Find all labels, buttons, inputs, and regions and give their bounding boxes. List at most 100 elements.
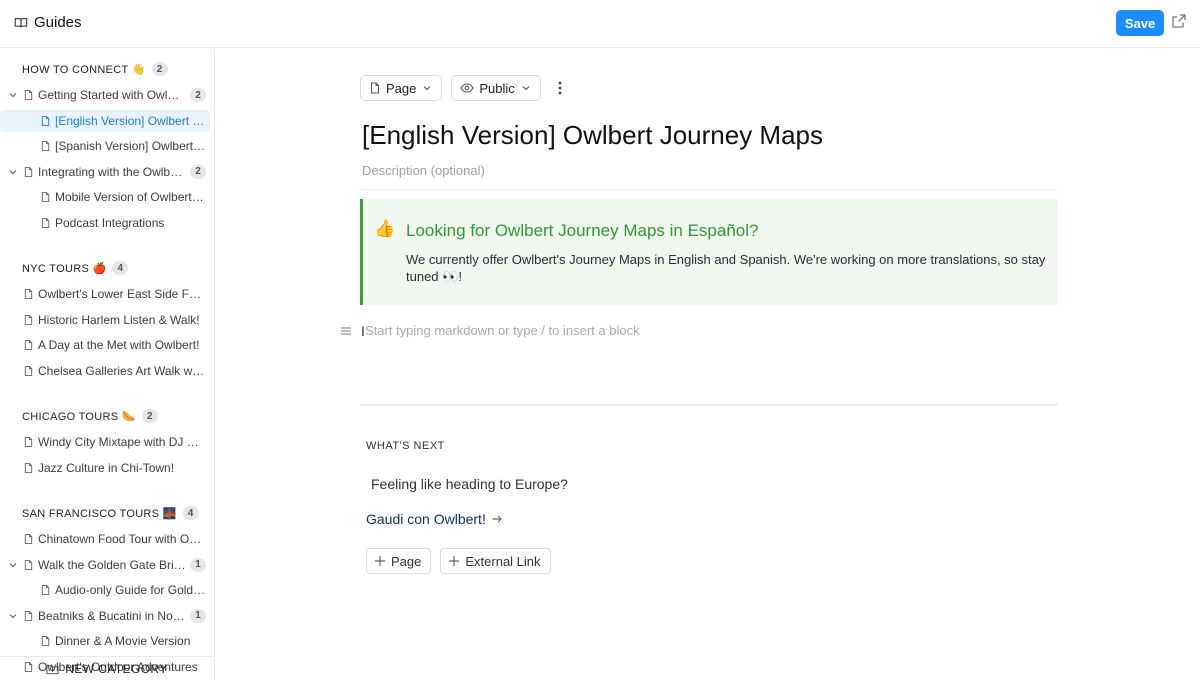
external-link-icon[interactable] <box>1171 13 1187 29</box>
category-header[interactable]: NYC TOURS 🍎 4 <box>22 260 129 276</box>
document-icon <box>371 82 379 94</box>
chevron-down-icon[interactable] <box>8 167 18 177</box>
sidebar-item-label: Beatniks & Bucatini in North Beach <box>38 608 186 623</box>
sidebar-page-item[interactable]: Chinatown Food Tour with Owlbert <box>0 528 210 550</box>
document-icon <box>41 217 50 228</box>
sidebar-page-item[interactable]: Jazz Culture in Chi-Town! <box>0 457 210 479</box>
chevron-down-icon <box>423 86 431 91</box>
sidebar-item-label: Mobile Version of Owlbert Guides <box>55 190 206 204</box>
eye-icon <box>460 83 474 93</box>
chevron-down-icon[interactable] <box>8 611 18 621</box>
document-icon <box>24 436 33 448</box>
callout-emoji: 👍 <box>374 219 396 238</box>
document-icon <box>24 559 33 570</box>
whats-next-header: WHAT'S NEXT <box>366 440 445 452</box>
sidebar-subpage-item[interactable]: [English Version] Owlbert Journey Maps <box>0 109 210 132</box>
sidebar-item-label: Walk the Golden Gate Bridge <box>38 557 186 572</box>
sidebar-page-item[interactable]: Historic Harlem Listen & Walk! <box>0 309 210 331</box>
block-input[interactable]: Start typing markdown or type / to inser… <box>365 323 640 338</box>
category-header[interactable]: HOW TO CONNECT 👋 2 <box>22 61 168 77</box>
sidebar-subpage-item[interactable]: Podcast Integrations <box>0 212 210 234</box>
callout-title: Looking for Owlbert Journey Maps in Espa… <box>406 221 759 240</box>
sidebar-page-item[interactable]: Walk the Golden Gate Bridge 1 <box>0 554 210 576</box>
document-icon <box>24 462 33 473</box>
plus-icon <box>449 556 460 566</box>
page-type-dropdown[interactable]: Page <box>360 75 443 101</box>
document-icon <box>24 339 33 351</box>
arrow-right-icon <box>492 515 502 523</box>
new-category-label: NEW CATEGORY <box>65 661 168 676</box>
top-bar: Guides Save <box>0 0 1200 48</box>
whats-next-link[interactable]: Gaudi con Owlbert! <box>366 511 503 527</box>
sidebar-page-item[interactable]: Chelsea Galleries Art Walk with Owlbert <box>0 360 210 382</box>
kebab-menu-icon <box>558 81 562 95</box>
whats-next-divider <box>360 404 1058 405</box>
category-header[interactable]: CHICAGO TOURS 🌭 2 <box>22 408 158 424</box>
sidebar-item-label: [Spanish Version] Owlbert Journey Maps <box>55 139 206 153</box>
sidebar-page-item[interactable]: Integrating with the Owlbert App 2 <box>0 161 210 183</box>
sidebar-page-item[interactable]: Beatniks & Bucatini in North Beach 1 <box>0 605 210 627</box>
visibility-dropdown[interactable]: Public <box>451 75 541 101</box>
description-field[interactable]: Description (optional) <box>362 163 485 178</box>
category-header[interactable]: SAN FRANCISCO TOURS 🌉 4 <box>22 505 199 521</box>
editor-toolbar: Page Public <box>360 75 568 101</box>
sidebar-item-label: Windy City Mixtape with DJ Owlbert <box>38 435 206 449</box>
whats-next-question[interactable]: Feeling like heading to Europe? <box>371 476 568 492</box>
document-icon <box>41 115 50 126</box>
drag-handle-icon[interactable] <box>340 325 352 337</box>
page-type-label: Page <box>386 80 417 96</box>
save-button[interactable]: Save <box>1116 10 1164 36</box>
document-icon <box>41 635 50 647</box>
sidebar-page-item[interactable]: Owlbert's Lower East Side Food Tour <box>0 283 210 305</box>
sidebar-item-label: [English Version] Owlbert Journey Maps <box>55 113 206 128</box>
category-title: SAN FRANCISCO TOURS 🌉 <box>22 507 177 520</box>
category-title: CHICAGO TOURS 🌭 <box>22 410 136 423</box>
chevron-down-icon[interactable] <box>8 560 18 570</box>
item-count-badge: 2 <box>190 88 206 102</box>
add-external-label: External Link <box>465 553 541 569</box>
sidebar-item-label: Audio-only Guide for Golden Gate <box>55 583 206 597</box>
sidebar-item-label: Historic Harlem Listen & Walk! <box>38 312 200 327</box>
document-icon <box>24 610 33 621</box>
sidebar-page-item[interactable]: Getting Started with Owlbert 2 <box>0 84 210 106</box>
item-count-badge: 1 <box>190 608 206 623</box>
category-count-badge: 2 <box>141 409 158 423</box>
sidebar-page-item[interactable]: Windy City Mixtape with DJ Owlbert <box>0 431 210 453</box>
document-icon <box>41 584 50 596</box>
sidebar-item-label: Chelsea Galleries Art Walk with Owlbert <box>38 363 206 378</box>
sidebar-item-label: Owlbert's Lower East Side Food Tour <box>38 287 206 301</box>
sidebar: HOW TO CONNECT 👋 2 Getting Started with Ow… <box>0 49 215 680</box>
add-page-button[interactable]: Page <box>366 548 432 574</box>
sidebar-subpage-item[interactable]: Audio-only Guide for Golden Gate <box>0 579 210 601</box>
app-brand: Guides <box>14 14 82 31</box>
app-title: Guides <box>34 14 82 31</box>
callout-body: We currently offer Owlbert's Journey Map… <box>406 252 1046 284</box>
sidebar-item-label: Integrating with the Owlbert App <box>38 164 186 179</box>
new-category-button[interactable]: NEW CATEGORY <box>0 656 214 680</box>
item-count-badge: 1 <box>190 557 206 572</box>
document-icon <box>41 191 50 203</box>
book-icon <box>14 17 28 27</box>
sidebar-subpage-item[interactable]: Dinner & A Movie Version <box>0 630 210 652</box>
callout-block[interactable]: 👍 Looking for Owlbert Journey Maps in Es… <box>360 199 1058 305</box>
sidebar-item-label: Podcast Integrations <box>55 215 165 230</box>
category-count-badge: 2 <box>151 62 168 76</box>
visibility-label: Public <box>479 80 515 96</box>
more-options-button[interactable] <box>552 75 568 101</box>
sidebar-page-item[interactable]: A Day at the Met with Owlbert! <box>0 334 210 356</box>
add-external-link-button[interactable]: External Link <box>440 548 551 574</box>
category-count-badge: 4 <box>112 261 129 275</box>
category-title: HOW TO CONNECT 👋 <box>22 63 146 76</box>
document-icon <box>24 89 33 101</box>
page-title[interactable]: [English Version] Owlbert Journey Maps <box>362 120 823 151</box>
plus-icon <box>375 556 385 566</box>
sidebar-subpage-item[interactable]: [Spanish Version] Owlbert Journey Maps <box>0 135 210 157</box>
document-icon <box>24 288 33 300</box>
document-icon <box>24 533 33 545</box>
whats-next-add-row: Page External Link <box>366 548 551 574</box>
sidebar-subpage-item[interactable]: Mobile Version of Owlbert Guides <box>0 186 210 208</box>
chevron-down-icon[interactable] <box>8 90 18 100</box>
folder-plus-icon <box>46 664 59 674</box>
document-icon <box>24 166 33 177</box>
sidebar-item-label: Jazz Culture in Chi-Town! <box>38 460 175 475</box>
